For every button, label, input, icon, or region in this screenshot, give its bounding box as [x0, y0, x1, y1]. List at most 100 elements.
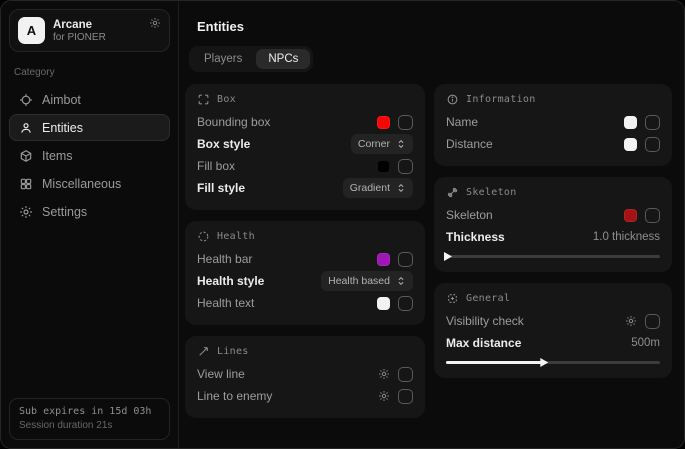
- card-health-header: Health: [197, 230, 413, 243]
- sidebar-item-aimbot[interactable]: Aimbot: [9, 86, 170, 113]
- skeleton-checkbox[interactable]: [645, 208, 660, 223]
- fill-style-select[interactable]: Gradient: [343, 178, 413, 198]
- category-label: Category: [14, 67, 165, 78]
- sidebar-item-label: Items: [42, 149, 73, 163]
- corner-brackets-icon: [197, 93, 210, 106]
- health-bar-checkbox[interactable]: [398, 252, 413, 267]
- info-badge-icon: [446, 93, 459, 106]
- sidebar-item-label: Aimbot: [42, 93, 81, 107]
- bounding-box-checkbox[interactable]: [398, 115, 413, 130]
- gear-icon[interactable]: [378, 368, 390, 380]
- color-swatch[interactable]: [377, 297, 390, 310]
- row-label: Box style: [197, 137, 250, 151]
- gear-icon[interactable]: [625, 315, 637, 327]
- row-box-style: Box style Corner: [197, 133, 413, 155]
- distance-checkbox[interactable]: [645, 137, 660, 152]
- row-label: View line: [197, 367, 245, 381]
- card-title: Health: [217, 231, 255, 242]
- card-title: Information: [466, 94, 536, 105]
- health-style-select[interactable]: Health based: [321, 271, 413, 291]
- chevrons-up-down-icon: [396, 139, 406, 149]
- entity-icon: [19, 121, 33, 135]
- row-label: Max distance: [446, 336, 521, 350]
- card-information: Information Name Distance: [434, 84, 672, 166]
- row-name: Name: [446, 111, 660, 133]
- row-label: Visibility check: [446, 314, 524, 328]
- select-value: Gradient: [350, 182, 390, 194]
- card-title: General: [466, 293, 510, 304]
- card-box-header: Box: [197, 93, 413, 106]
- view-line-checkbox[interactable]: [398, 367, 413, 382]
- brand-card: A Arcane for PIONER: [9, 9, 170, 52]
- brand-name: Arcane: [53, 19, 106, 31]
- card-skeleton: Skeleton Skeleton Thickness 1.0 thicknes…: [434, 177, 672, 272]
- color-swatch[interactable]: [377, 160, 390, 173]
- row-max-distance: Max distance 500m: [446, 332, 660, 354]
- row-label: Thickness: [446, 230, 505, 244]
- dashed-target-icon: [446, 292, 459, 305]
- crosshair-icon: [19, 93, 33, 107]
- tab-npcs[interactable]: NPCs: [256, 49, 310, 69]
- brand-logo: A: [18, 17, 45, 44]
- sidebar-item-settings[interactable]: Settings: [9, 198, 170, 225]
- color-swatch[interactable]: [377, 253, 390, 266]
- card-information-header: Information: [446, 93, 660, 106]
- sidebar-item-miscellaneous[interactable]: Miscellaneous: [9, 170, 170, 197]
- chevrons-up-down-icon: [396, 276, 406, 286]
- row-skeleton: Skeleton: [446, 204, 660, 226]
- session-duration-text: Session duration 21s: [19, 420, 160, 431]
- slider-track: [446, 255, 660, 258]
- row-label: Health text: [197, 296, 254, 310]
- row-label: Line to enemy: [197, 389, 272, 403]
- card-general: General Visibility check: [434, 283, 672, 378]
- card-general-header: General: [446, 292, 660, 305]
- card-lines: Lines View line: [185, 336, 425, 418]
- box-style-select[interactable]: Corner: [351, 134, 413, 154]
- tab-players[interactable]: Players: [192, 49, 254, 69]
- health-text-checkbox[interactable]: [398, 296, 413, 311]
- row-label: Skeleton: [446, 208, 493, 222]
- sidebar-item-label: Miscellaneous: [42, 177, 121, 191]
- thickness-slider[interactable]: [446, 251, 660, 261]
- gear-icon[interactable]: [378, 390, 390, 402]
- sidebar-item-items[interactable]: Items: [9, 142, 170, 169]
- brand-subtitle: for PIONER: [53, 32, 106, 43]
- fill-box-checkbox[interactable]: [398, 159, 413, 174]
- row-label: Health style: [197, 274, 264, 288]
- row-visibility-check: Visibility check: [446, 310, 660, 332]
- visibility-check-checkbox[interactable]: [645, 314, 660, 329]
- bone-icon: [446, 186, 459, 199]
- tab-bar: Players NPCs: [189, 46, 313, 72]
- row-label: Fill box: [197, 159, 235, 173]
- gear-icon: [19, 205, 33, 219]
- chevrons-up-down-icon: [396, 183, 406, 193]
- card-columns: Box Bounding box Box style Corner: [185, 84, 676, 418]
- select-value: Health based: [328, 275, 390, 287]
- slider-fill: [446, 361, 542, 364]
- color-swatch[interactable]: [624, 209, 637, 222]
- slider-handle[interactable]: [540, 358, 548, 367]
- card-title: Box: [217, 94, 236, 105]
- color-swatch[interactable]: [624, 116, 637, 129]
- max-distance-value: 500m: [631, 337, 660, 349]
- sidebar-item-label: Settings: [42, 205, 87, 219]
- cube-icon: [19, 149, 33, 163]
- color-swatch[interactable]: [377, 116, 390, 129]
- slider-handle[interactable]: [444, 252, 452, 261]
- card-title: Lines: [217, 346, 249, 357]
- line-to-enemy-checkbox[interactable]: [398, 389, 413, 404]
- select-value: Corner: [358, 138, 390, 150]
- row-fill-style: Fill style Gradient: [197, 177, 413, 199]
- color-swatch[interactable]: [624, 138, 637, 151]
- gear-icon[interactable]: [149, 17, 161, 29]
- row-health-style: Health style Health based: [197, 270, 413, 292]
- row-thickness: Thickness 1.0 thickness: [446, 226, 660, 248]
- brand-text: Arcane for PIONER: [53, 19, 106, 43]
- name-checkbox[interactable]: [645, 115, 660, 130]
- max-distance-slider[interactable]: [446, 357, 660, 367]
- sidebar-item-label: Entities: [42, 121, 83, 135]
- sidebar-item-entities[interactable]: Entities: [9, 114, 170, 141]
- sidebar: A Arcane for PIONER Category Aimbot: [1, 1, 179, 448]
- row-label: Bounding box: [197, 115, 270, 129]
- subscription-info: Sub expires in 15d 03h Session duration …: [9, 398, 170, 440]
